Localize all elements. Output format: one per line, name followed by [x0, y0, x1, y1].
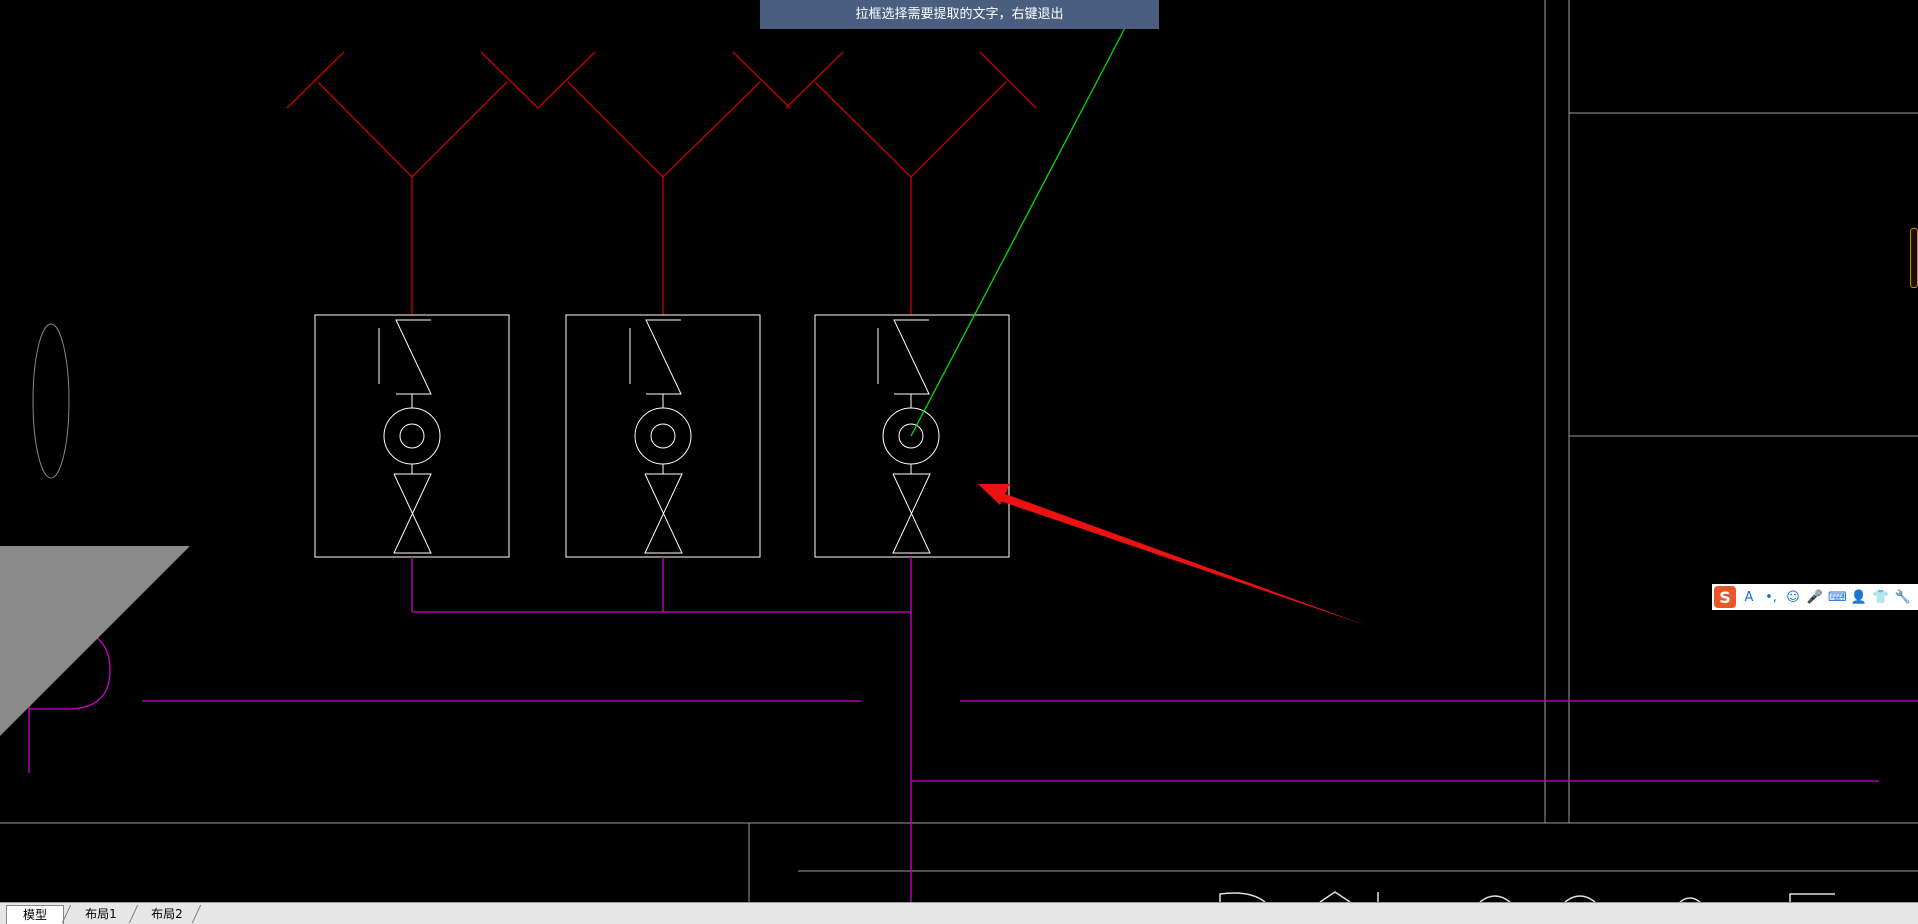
cad-canvas[interactable]: [0, 0, 1918, 902]
shirt-icon[interactable]: 👕: [1872, 590, 1890, 605]
sogou-logo-icon[interactable]: S: [1714, 586, 1736, 608]
equipment-unit-1[interactable]: [314, 314, 510, 558]
magenta-return-pipes: [28, 557, 1918, 902]
emoji-icon[interactable]: ☺: [1784, 590, 1802, 605]
layout-tab-bar: 模型 布局1 布局2: [0, 902, 1918, 924]
oval-outline: [32, 323, 70, 479]
tab-layout2[interactable]: 布局2: [136, 905, 198, 923]
wrench-icon[interactable]: 🔧: [1894, 590, 1912, 605]
command-hint-bar: 拉框选择需要提取的文字，右键退出: [760, 0, 1159, 29]
gray-hatch-region: [0, 546, 190, 736]
font-a-icon[interactable]: A: [1740, 590, 1758, 605]
equipment-unit-3[interactable]: [814, 314, 1010, 558]
punctuation-icon[interactable]: •,: [1762, 590, 1780, 605]
equipment-unit-2[interactable]: [565, 314, 761, 558]
drawing-frame: [0, 0, 1918, 902]
red-supply-pipes: [286, 51, 1037, 315]
tab-model[interactable]: 模型: [6, 905, 64, 924]
ime-toolbar[interactable]: S A •, ☺ 🎤 ⌨ 👤 👕 🔧: [1712, 584, 1918, 610]
title-block-text: [1219, 891, 1835, 902]
scroll-grip-handle[interactable]: [1910, 228, 1918, 288]
cad-drawing-area[interactable]: 拉框选择需要提取的文字，右键退出 S A •, ☺ 🎤 ⌨ 👤 👕 🔧: [0, 0, 1918, 902]
keyboard-icon[interactable]: ⌨: [1828, 590, 1847, 605]
microphone-icon[interactable]: 🎤: [1806, 590, 1824, 605]
tab-layout1[interactable]: 布局1: [70, 905, 132, 923]
annotation-arrow: [978, 484, 1368, 626]
user-icon[interactable]: 👤: [1850, 590, 1868, 605]
